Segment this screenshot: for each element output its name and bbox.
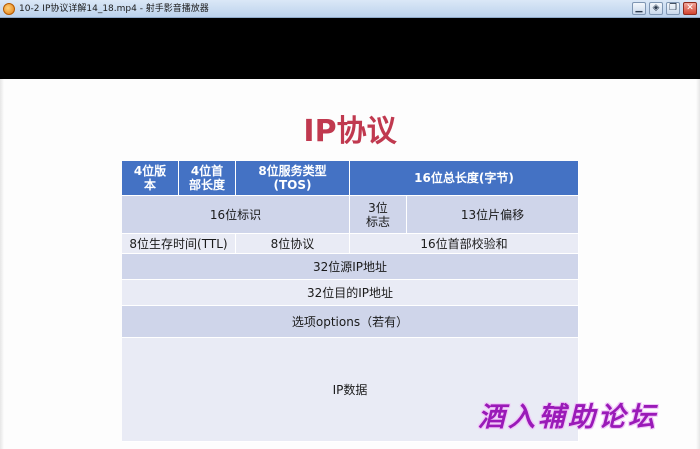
window-title: 10-2 IP协议详解14_18.mp4 - 射手影音播放器	[19, 4, 209, 14]
cell-header-checksum: 16位首部校验和	[350, 234, 579, 254]
cell-identification: 16位标识	[122, 196, 350, 234]
slide-title: IP协议	[303, 114, 397, 149]
cell-source-ip: 32位源IP地址	[122, 254, 579, 280]
cell-flags: 3位标志	[350, 196, 407, 234]
cell-fragment-offset: 13位片偏移	[407, 196, 579, 234]
header-ihl: 4位首部长度	[179, 161, 236, 196]
display-mode-button[interactable]: ◈	[649, 2, 663, 15]
video-letterbox-bar	[0, 18, 700, 79]
restore-button[interactable]: ❐	[666, 2, 680, 15]
cell-options: 选项options（若有）	[122, 306, 579, 338]
cell-destination-ip: 32位目的IP地址	[122, 280, 579, 306]
minimize-button[interactable]: ▁	[632, 2, 646, 15]
cell-protocol: 8位协议	[236, 234, 350, 254]
player-app-icon	[3, 3, 15, 15]
header-version: 4位版本	[122, 161, 179, 196]
forum-watermark: 酒入辅助论坛	[478, 402, 658, 433]
close-button[interactable]: ✕	[683, 2, 697, 15]
window-titlebar[interactable]: 10-2 IP协议详解14_18.mp4 - 射手影音播放器 ▁ ◈ ❐ ✕	[0, 0, 700, 18]
header-tos: 8位服务类型(TOS)	[236, 161, 350, 196]
header-total-length: 16位总长度(字节)	[350, 161, 579, 196]
cell-ttl: 8位生存时间(TTL)	[122, 234, 236, 254]
